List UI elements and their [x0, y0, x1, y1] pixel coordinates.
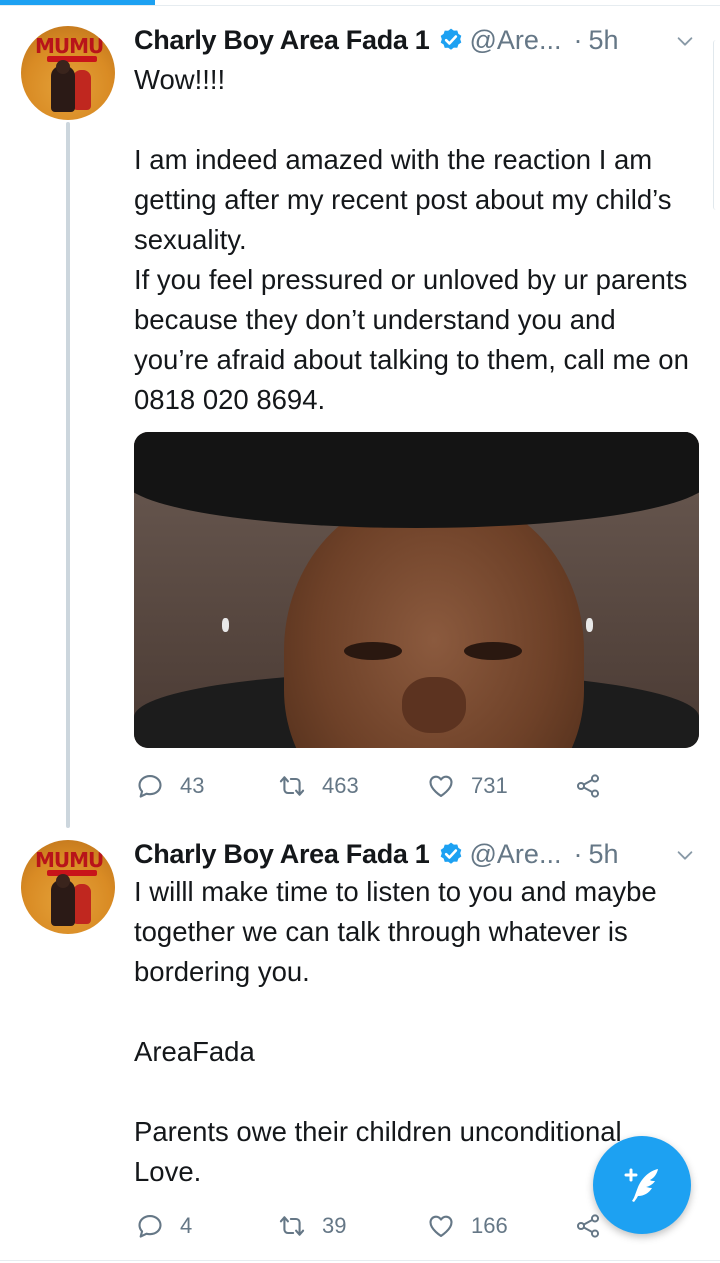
reply-button[interactable]: 4 — [136, 1206, 192, 1246]
reply-count: 43 — [180, 773, 205, 798]
tweet-photo[interactable] — [134, 432, 699, 748]
avatar-head — [56, 874, 70, 888]
retweet-icon — [279, 776, 305, 796]
author-name[interactable]: Charly Boy Area Fada 1 — [134, 839, 430, 870]
avatar-banner — [47, 56, 97, 62]
photo-eye — [464, 642, 522, 660]
author-handle[interactable]: @Are... — [470, 839, 562, 870]
tweet-paragraph: I am indeed amazed with the reaction I a… — [134, 144, 672, 255]
photo-hat-brim — [134, 432, 699, 528]
avatar-head — [56, 60, 70, 74]
timestamp: 5h — [588, 24, 619, 55]
time-separator: · — [573, 838, 583, 869]
time-separator: · — [573, 24, 583, 55]
photo-nose — [402, 677, 466, 733]
compose-tweet-button[interactable] — [593, 1136, 691, 1234]
avatar[interactable]: MUMU — [21, 840, 115, 934]
tweet-paragraph: Wow!!!! — [134, 64, 226, 95]
reply-button[interactable]: 43 — [136, 766, 204, 806]
verified-badge-icon — [440, 28, 461, 50]
avatar-logo-text: MUMU — [35, 848, 104, 872]
share-button[interactable] — [574, 1206, 602, 1246]
tweet-text: I willl make time to listen to you and m… — [134, 872, 694, 1192]
avatar-figure — [73, 884, 91, 924]
share-icon — [576, 1214, 600, 1238]
like-button[interactable]: 731 — [427, 766, 508, 806]
retweet-count: 463 — [322, 773, 359, 798]
reply-count: 4 — [180, 1213, 193, 1238]
avatar[interactable]: MUMU — [21, 26, 115, 120]
reply-icon — [138, 775, 162, 798]
tweet-paragraph: If you feel pressured or unloved by ur p… — [134, 264, 689, 415]
heart-icon — [429, 1215, 453, 1237]
retweet-count: 39 — [322, 1213, 347, 1238]
retweet-button[interactable]: 39 — [278, 1206, 346, 1246]
reply-icon — [138, 1215, 162, 1238]
tweet-text: Wow!!!! I am indeed amazed with the reac… — [134, 60, 694, 420]
like-button[interactable]: 166 — [427, 1206, 508, 1246]
photo-earring — [222, 618, 229, 632]
retweet-icon — [279, 1216, 305, 1236]
tweet-paragraph: AreaFada — [134, 1036, 255, 1067]
chevron-down-icon[interactable] — [674, 30, 696, 52]
author-handle[interactable]: @Are... — [470, 25, 562, 56]
tweet-header: Charly Boy Area Fada 1 @Are... · 5h — [134, 18, 619, 62]
tweet-actions: 43 463 731 — [134, 766, 694, 806]
author-name[interactable]: Charly Boy Area Fada 1 — [134, 25, 430, 56]
share-icon — [576, 774, 600, 798]
photo-face — [284, 492, 584, 748]
avatar-banner — [47, 870, 97, 876]
divider — [0, 1260, 720, 1261]
tweet[interactable]: MUMU Charly Boy Area Fada 1 @Are... · 5h… — [0, 0, 720, 828]
compose-tweet-icon — [624, 1168, 658, 1202]
tweet-header: Charly Boy Area Fada 1 @Are... · 5h — [134, 832, 619, 876]
like-count: 731 — [471, 773, 508, 798]
avatar-logo-text: MUMU — [35, 34, 104, 58]
retweet-button[interactable]: 463 — [278, 766, 359, 806]
share-button[interactable] — [574, 766, 602, 806]
heart-icon — [429, 775, 453, 797]
photo-eye — [344, 642, 402, 660]
photo-earring — [586, 618, 593, 632]
chevron-down-icon[interactable] — [674, 844, 696, 866]
verified-badge-icon — [440, 842, 461, 864]
avatar-figure — [73, 70, 91, 110]
like-count: 166 — [471, 1213, 508, 1238]
tweet-paragraph: I willl make time to listen to you and m… — [134, 876, 657, 987]
timestamp: 5h — [588, 838, 619, 869]
